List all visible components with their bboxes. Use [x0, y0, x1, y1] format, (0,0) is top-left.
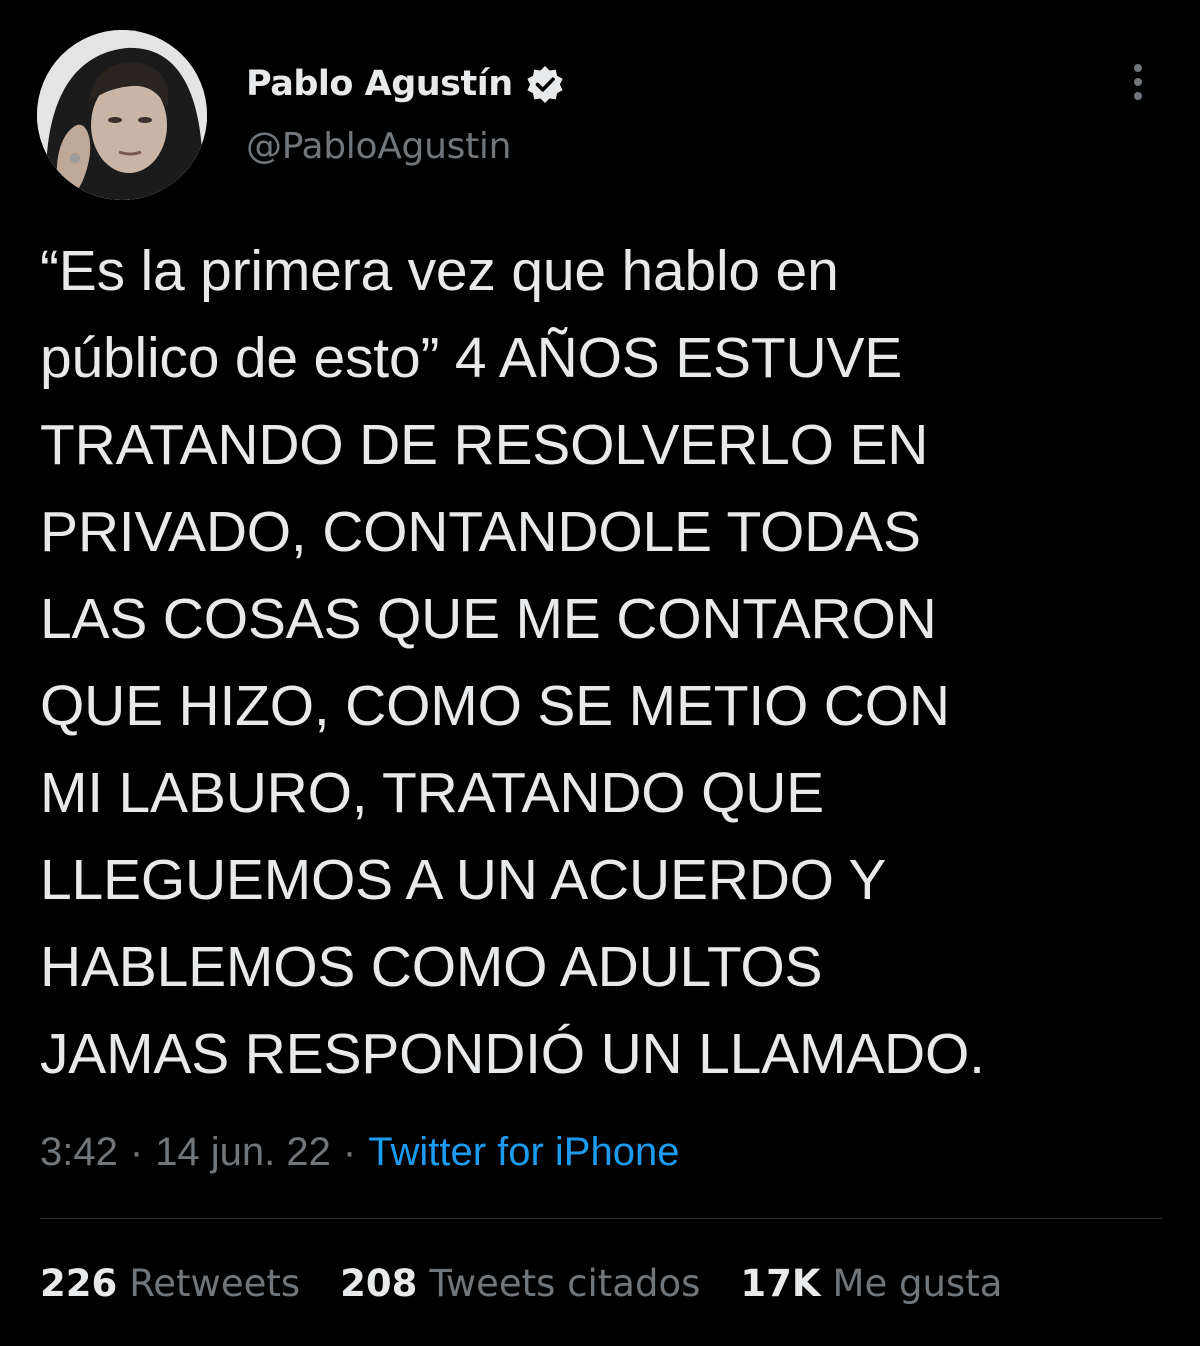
tweet-text: “Es la primera vez que hablo en público … [40, 239, 985, 1086]
avatar-photo-icon [37, 30, 207, 200]
retweets-stat[interactable]: 226 Retweets [40, 1262, 300, 1305]
tweet-meta: 3:42 · 14 jun. 22 · Twitter for iPhone [40, 1130, 679, 1175]
more-dot [1134, 92, 1142, 100]
divider [40, 1218, 1162, 1219]
likes-count: 17K [740, 1262, 821, 1305]
more-options-icon[interactable] [1118, 58, 1158, 108]
tweet-source-link[interactable]: Twitter for iPhone [368, 1130, 679, 1175]
author-handle[interactable]: @PabloAgustin [246, 126, 511, 167]
display-name[interactable]: Pablo Agustín [246, 64, 513, 104]
tweet-detail: Pablo Agustín @PabloAgustin “Es la prime… [0, 0, 1200, 1346]
verified-badge-icon [525, 64, 565, 104]
likes-label: Me gusta [832, 1262, 1003, 1305]
more-dot [1134, 64, 1142, 72]
retweets-label: Retweets [129, 1262, 301, 1305]
meta-separator: · [342, 1130, 357, 1174]
retweets-count: 226 [40, 1262, 118, 1305]
quote-tweets-label: Tweets citados [429, 1262, 701, 1305]
tweet-stats: 226 Retweets 208 Tweets citados 17K Me gust… [40, 1262, 1042, 1305]
author-name-row: Pablo Agustín [246, 58, 565, 110]
likes-stat[interactable]: 17K Me gusta [740, 1262, 1002, 1305]
tweet-time[interactable]: 3:42 [40, 1130, 118, 1175]
more-dot [1134, 78, 1142, 86]
quote-tweets-count: 208 [340, 1262, 418, 1305]
meta-separator: · [129, 1130, 144, 1174]
quote-tweets-stat[interactable]: 208 Tweets citados [340, 1262, 700, 1305]
tweet-date[interactable]: 14 jun. 22 [155, 1130, 331, 1175]
avatar[interactable] [37, 30, 207, 200]
